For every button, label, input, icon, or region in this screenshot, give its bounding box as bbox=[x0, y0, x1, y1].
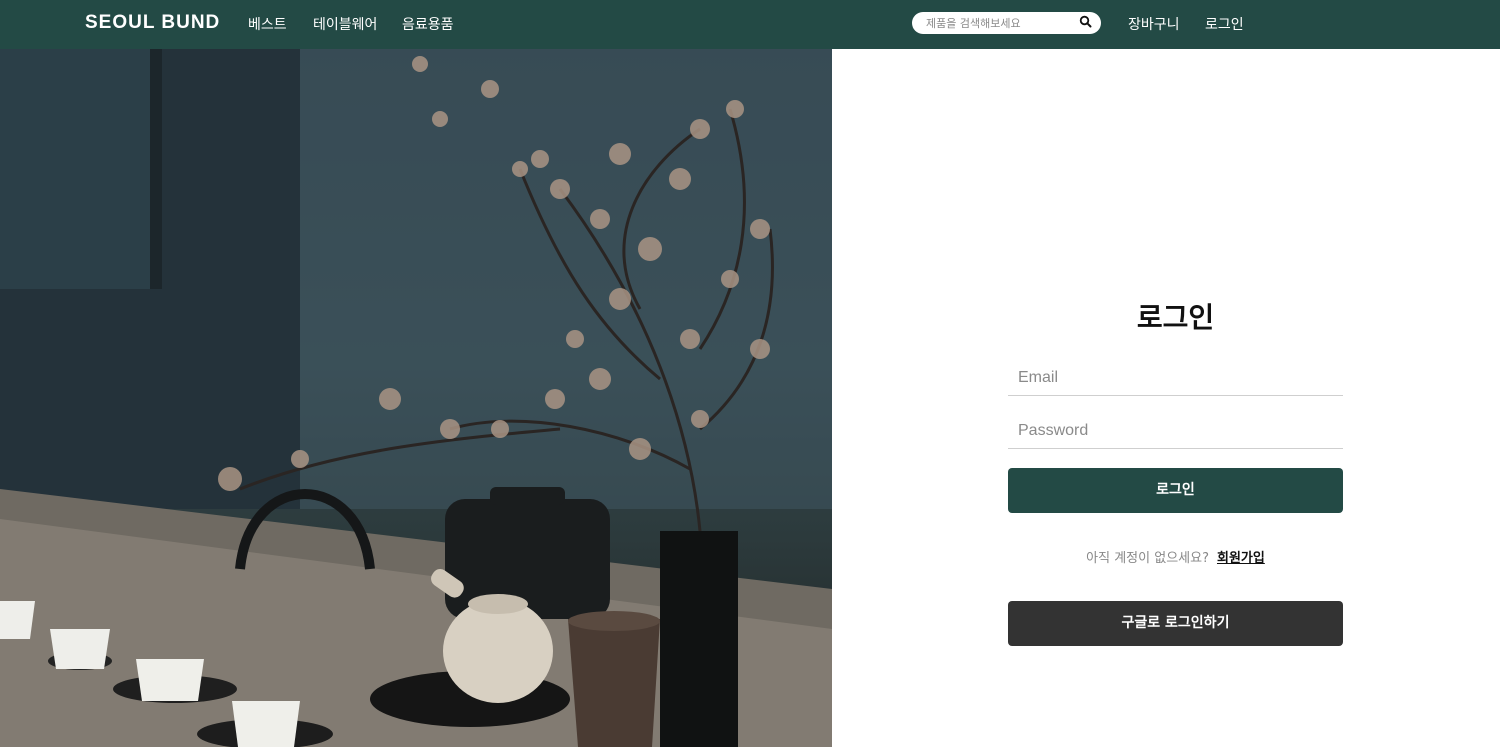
cart-link[interactable]: 장바구니 bbox=[1128, 14, 1180, 34]
search-box bbox=[912, 12, 1101, 34]
nav-item-beverage-goods[interactable]: 음료용품 bbox=[402, 14, 454, 34]
site-logo[interactable]: SEOUL BUND bbox=[85, 12, 220, 34]
signup-link[interactable]: 회원가입 bbox=[1217, 551, 1265, 566]
login-button[interactable]: 로그인 bbox=[1008, 468, 1343, 513]
nav-item-tableware[interactable]: 테이블웨어 bbox=[313, 14, 377, 34]
top-nav-bar: SEOUL BUND 베스트 테이블웨어 음료용품 장바구니 로그인 bbox=[0, 0, 1500, 49]
signup-prompt: 아직 계정이 없으세요? 회원가입 bbox=[1008, 547, 1343, 566]
password-field[interactable] bbox=[1008, 413, 1343, 448]
signup-question: 아직 계정이 없으세요? bbox=[1086, 551, 1209, 566]
google-login-button[interactable]: 구글로 로그인하기 bbox=[1008, 601, 1343, 646]
login-title: 로그인 bbox=[1136, 301, 1215, 334]
email-field[interactable] bbox=[1008, 360, 1343, 395]
email-field-wrapper bbox=[1008, 360, 1343, 396]
search-icon[interactable] bbox=[1079, 15, 1093, 29]
nav-item-best[interactable]: 베스트 bbox=[248, 14, 287, 34]
tea-set-illustration bbox=[0, 49, 832, 747]
password-field-wrapper bbox=[1008, 413, 1343, 449]
header-login-link[interactable]: 로그인 bbox=[1205, 14, 1244, 34]
search-input[interactable] bbox=[926, 15, 1076, 31]
hero-tea-set-image bbox=[0, 49, 832, 747]
